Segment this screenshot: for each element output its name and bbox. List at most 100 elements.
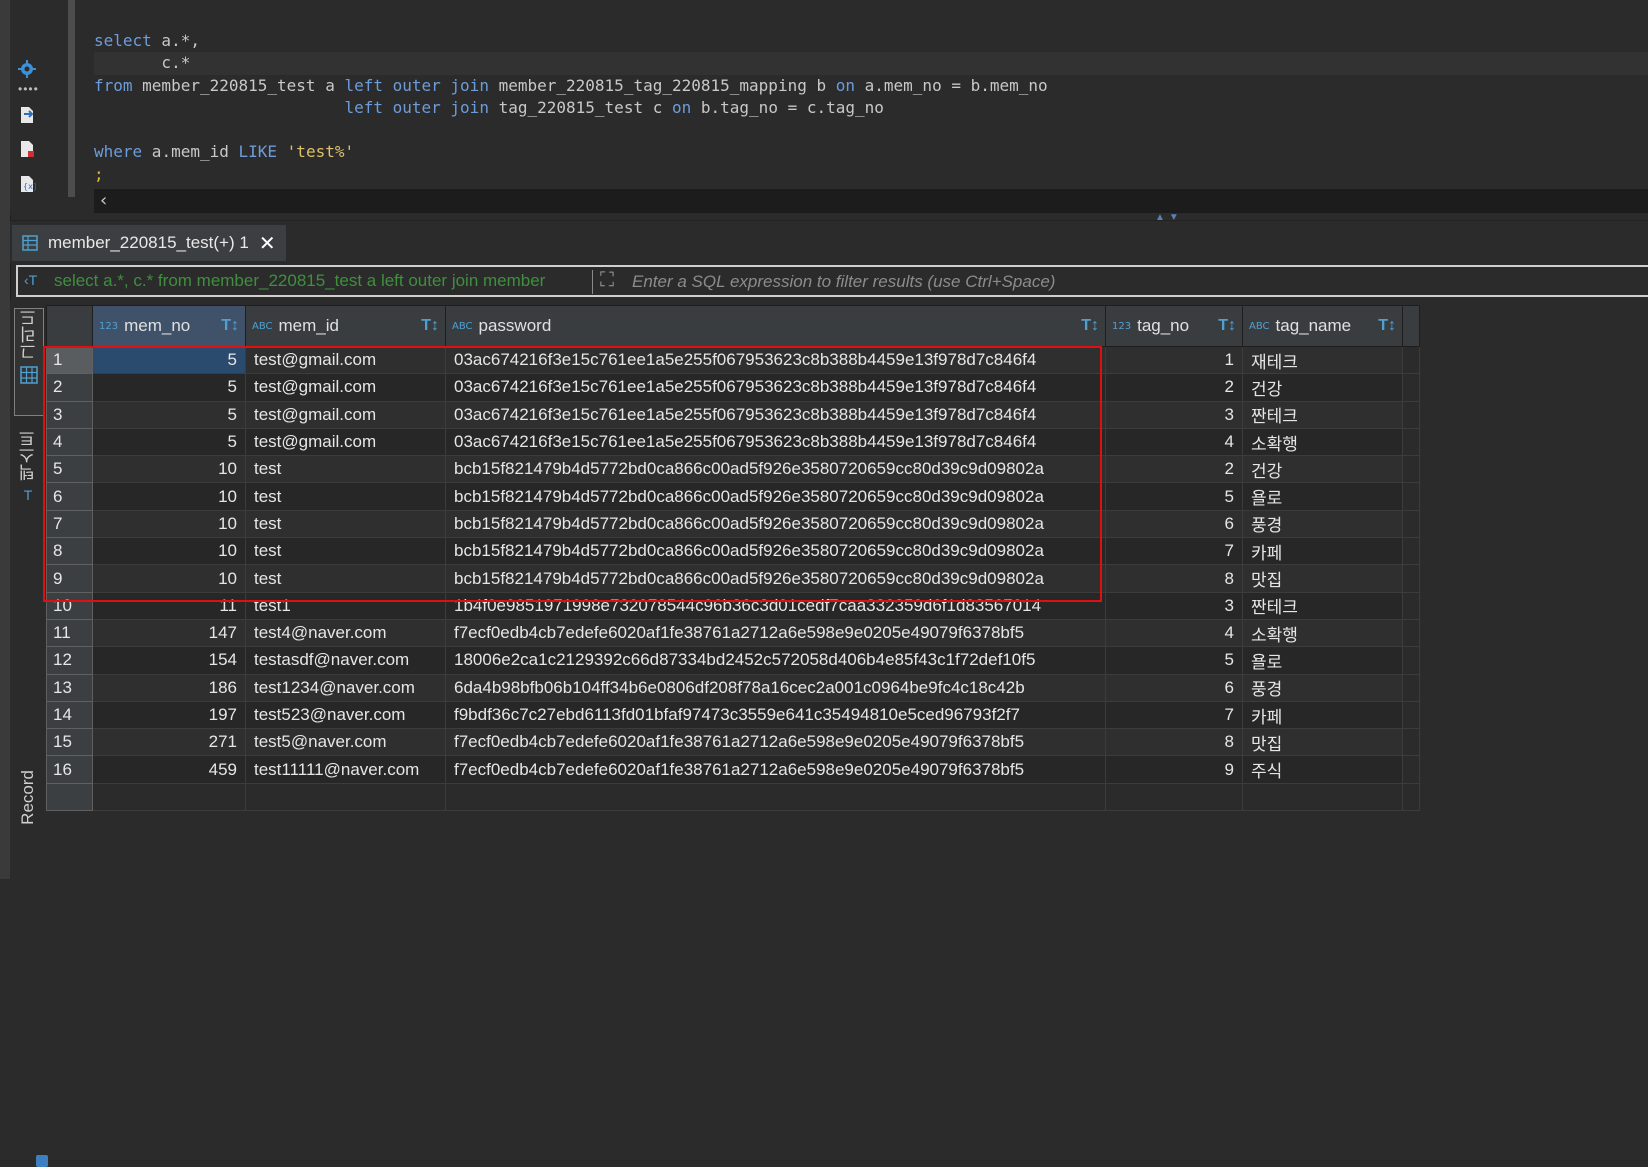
column-header-tag-name[interactable]: ABC tag_name T↕ xyxy=(1242,305,1403,347)
cell-tag-no[interactable]: 9 xyxy=(1105,755,1243,784)
code-line[interactable]: from member_220815_test a left outer joi… xyxy=(94,75,1648,97)
table-row[interactable]: 16 459 test11111@naver.com f7ecf0edb4cb7ede… xyxy=(46,755,1420,784)
cell-mem-no[interactable]: 10 xyxy=(92,564,246,593)
close-icon[interactable]: ✕ xyxy=(259,231,276,256)
stop-script-icon[interactable] xyxy=(18,140,36,158)
table-row[interactable]: 14 197 test523@naver.com f9bdf36c7c27ebd611… xyxy=(46,700,1420,730)
cell-tag-no[interactable]: 5 xyxy=(1105,646,1243,675)
cell-password[interactable]: f9bdf36c7c27ebd6113fd01bfaf97473c3559e64… xyxy=(445,700,1106,730)
tab-result[interactable]: member_220815_test(+) 1 ✕ xyxy=(12,225,286,261)
code-line[interactable]: c.* xyxy=(94,52,1648,75)
settings-gear-icon[interactable] xyxy=(18,60,36,78)
cell-tag-no[interactable]: 5 xyxy=(1105,482,1243,511)
table-row[interactable]: 7 10 test bcb15f821479b4d5772bd0ca866c00ad5… xyxy=(46,509,1420,539)
cell-mem-id[interactable]: test4@naver.com xyxy=(245,618,446,648)
row-number[interactable]: 10 xyxy=(46,591,93,620)
cell-mem-id[interactable]: test xyxy=(245,455,446,484)
cell-mem-no[interactable]: 5 xyxy=(92,345,246,375)
cell-tag-no[interactable]: 7 xyxy=(1105,537,1243,566)
cell-tag-name[interactable]: 짠테크 xyxy=(1242,591,1403,620)
cell-password[interactable]: bcb15f821479b4d5772bd0ca866c00ad5f926e35… xyxy=(445,537,1106,566)
table-row[interactable]: 8 10 test bcb15f821479b4d5772bd0ca866c00ad5… xyxy=(46,537,1420,566)
cell-tag-no[interactable]: 6 xyxy=(1105,509,1243,539)
cell-mem-no[interactable]: 5 xyxy=(92,427,246,457)
cell-mem-id[interactable]: test xyxy=(245,482,446,511)
cell-tag-no[interactable]: 2 xyxy=(1105,455,1243,484)
table-row[interactable]: 3 5 test@gmail.com 03ac674216f3e15c761ee1a5… xyxy=(46,400,1420,429)
row-number[interactable]: 6 xyxy=(46,482,93,511)
execute-script-icon[interactable] xyxy=(18,106,36,124)
scroll-left-icon[interactable]: ‹ xyxy=(100,190,107,211)
cell-password[interactable]: f7ecf0edb4cb7edefe6020af1fe38761a2712a6e… xyxy=(445,755,1106,784)
results-grid[interactable]: 123 mem_no T↕ ABC mem_id T↕ ABC password T↕ 123 ta… xyxy=(46,305,1648,879)
table-row[interactable]: 5 10 test bcb15f821479b4d5772bd0ca866c00ad5… xyxy=(46,455,1420,484)
sql-code[interactable]: select a.*, c.* from member_220815_test a… xyxy=(94,30,1648,186)
row-number[interactable]: 1 xyxy=(46,345,93,375)
table-row[interactable]: 12 154 testasdf@naver.com 18006e2ca1c212939… xyxy=(46,646,1420,675)
cell-mem-id[interactable]: testasdf@naver.com xyxy=(245,646,446,675)
table-row[interactable]: 2 5 test@gmail.com 03ac674216f3e15c761ee1a5… xyxy=(46,373,1420,402)
code-line[interactable]: select a.*, xyxy=(94,30,1648,52)
table-row[interactable]: 9 10 test bcb15f821479b4d5772bd0ca866c00ad5… xyxy=(46,564,1420,593)
tab-text[interactable]: 텍스트 T xyxy=(14,430,42,520)
cell-password[interactable]: bcb15f821479b4d5772bd0ca866c00ad5f926e35… xyxy=(445,482,1106,511)
table-row[interactable]: 1 5 test@gmail.com 03ac674216f3e15c761ee1a5… xyxy=(46,345,1420,375)
table-row[interactable]: 10 11 test1 1b4f0e9851971998e732078544c96b3… xyxy=(46,591,1420,620)
cell-mem-no[interactable]: 5 xyxy=(92,400,246,429)
row-number[interactable]: 2 xyxy=(46,373,93,402)
cell-mem-id[interactable]: test5@naver.com xyxy=(245,728,446,757)
grid-corner[interactable] xyxy=(46,305,93,347)
code-line[interactable]: ; xyxy=(94,164,1648,186)
row-number[interactable]: 11 xyxy=(46,618,93,648)
more-dots-icon[interactable]: •••• xyxy=(18,82,39,96)
sort-filter-icon[interactable]: T↕ xyxy=(221,317,239,335)
table-row[interactable]: 11 147 test4@naver.com f7ecf0edb4cb7edefe60… xyxy=(46,618,1420,648)
cell-tag-no[interactable]: 3 xyxy=(1105,591,1243,620)
column-header-password[interactable]: ABC password T↕ xyxy=(445,305,1106,347)
code-line[interactable] xyxy=(94,119,1648,141)
cell-mem-no[interactable]: 197 xyxy=(92,700,246,730)
cell-tag-name[interactable]: 풍경 xyxy=(1242,509,1403,539)
sort-filter-icon[interactable]: T↕ xyxy=(1378,317,1396,335)
sort-filter-icon[interactable]: T↕ xyxy=(421,317,439,335)
row-number[interactable]: 15 xyxy=(46,728,93,757)
cell-tag-no[interactable]: 4 xyxy=(1105,427,1243,457)
cell-tag-no[interactable]: 7 xyxy=(1105,700,1243,730)
cell-password[interactable]: 18006e2ca1c2129392c66d87334bd2452c572058… xyxy=(445,646,1106,675)
expand-icon[interactable]: ⛶ xyxy=(600,269,614,292)
cell-tag-no[interactable]: 6 xyxy=(1105,673,1243,702)
cell-tag-name[interactable]: 소확행 xyxy=(1242,427,1403,457)
cell-tag-name[interactable]: 재테크 xyxy=(1242,345,1403,375)
column-header-tag-no[interactable]: 123 tag_no T↕ xyxy=(1105,305,1243,347)
cell-mem-id[interactable]: test@gmail.com xyxy=(245,427,446,457)
cell-tag-name[interactable]: 카페 xyxy=(1242,537,1403,566)
cell-tag-name[interactable]: 맛집 xyxy=(1242,728,1403,757)
cell-password[interactable]: 1b4f0e9851971998e732078544c96b36c3d01ced… xyxy=(445,591,1106,620)
table-row[interactable]: 4 5 test@gmail.com 03ac674216f3e15c761ee1a5… xyxy=(46,427,1420,457)
cell-tag-name[interactable]: 욜로 xyxy=(1242,646,1403,675)
tab-record[interactable]: Record xyxy=(14,770,42,860)
cell-password[interactable]: f7ecf0edb4cb7edefe6020af1fe38761a2712a6e… xyxy=(445,728,1106,757)
row-number[interactable]: 3 xyxy=(46,400,93,429)
sort-filter-icon[interactable]: T↕ xyxy=(1218,317,1236,335)
filter-input[interactable] xyxy=(630,268,1594,296)
cell-mem-no[interactable]: 10 xyxy=(92,509,246,539)
cell-tag-name[interactable]: 건강 xyxy=(1242,455,1403,484)
cell-mem-no[interactable]: 11 xyxy=(92,591,246,620)
cell-password[interactable]: 03ac674216f3e15c761ee1a5e255f067953623c8… xyxy=(445,345,1106,375)
cell-mem-id[interactable]: test xyxy=(245,537,446,566)
cell-mem-id[interactable]: test523@naver.com xyxy=(245,700,446,730)
cell-tag-name[interactable]: 카페 xyxy=(1242,700,1403,730)
cell-password[interactable]: 03ac674216f3e15c761ee1a5e255f067953623c8… xyxy=(445,427,1106,457)
cell-mem-no[interactable]: 271 xyxy=(92,728,246,757)
cell-password[interactable]: bcb15f821479b4d5772bd0ca866c00ad5f926e35… xyxy=(445,564,1106,593)
sort-filter-icon[interactable]: T↕ xyxy=(1081,317,1099,335)
cell-mem-no[interactable]: 10 xyxy=(92,455,246,484)
tab-grid[interactable]: 그리드 xyxy=(14,308,44,416)
cell-mem-no[interactable]: 186 xyxy=(92,673,246,702)
cell-mem-no[interactable]: 147 xyxy=(92,618,246,648)
cell-mem-id[interactable]: test@gmail.com xyxy=(245,373,446,402)
row-number[interactable]: 9 xyxy=(46,564,93,593)
cell-mem-no[interactable]: 154 xyxy=(92,646,246,675)
cell-mem-no[interactable]: 5 xyxy=(92,373,246,402)
